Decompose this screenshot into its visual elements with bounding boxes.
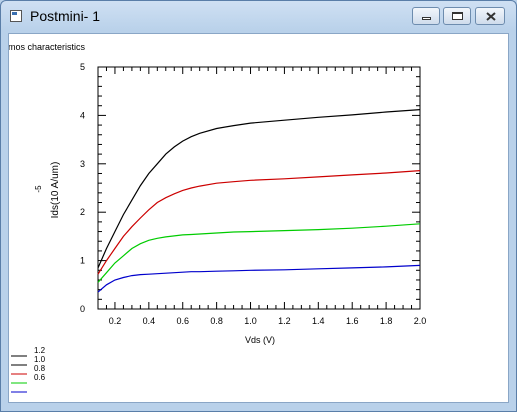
y-tick-label: 0 xyxy=(80,304,85,314)
app-window: Postmini- 1 nmos characteristics Vds (V)… xyxy=(0,0,517,412)
app-window-icon xyxy=(10,10,22,22)
y-tick-label: 2 xyxy=(80,207,85,217)
x-tick-label: 0.6 xyxy=(176,316,189,326)
window-title: Postmini- 1 xyxy=(30,8,101,24)
maximize-button[interactable] xyxy=(443,7,471,25)
chart-title: nmos characteristics xyxy=(9,42,86,52)
minimize-icon xyxy=(422,17,431,20)
close-icon xyxy=(486,12,496,21)
series-line-4 xyxy=(97,264,421,293)
title-bar[interactable]: Postmini- 1 xyxy=(1,1,516,33)
x-tick-label: 1.4 xyxy=(312,316,325,326)
x-tick-label: 1.6 xyxy=(346,316,359,326)
y-tick-label: 5 xyxy=(80,62,85,72)
y-tick-label: 1 xyxy=(80,256,85,266)
series-line-2 xyxy=(97,170,421,275)
legend: 1.21.00.80.6 xyxy=(11,346,46,393)
x-tick-label: 1.0 xyxy=(244,316,257,326)
series-line-1 xyxy=(97,109,421,269)
series-line-3 xyxy=(97,223,421,283)
plot-frame xyxy=(97,66,421,310)
y-tick-label: 3 xyxy=(80,159,85,169)
x-axis-label: Vds (V) xyxy=(245,335,275,345)
chart: nmos characteristics Vds (V) Ids(10 A/um… xyxy=(9,42,427,393)
x-tick-label: 0.4 xyxy=(143,316,156,326)
y-tick-label: 4 xyxy=(80,110,85,120)
x-tick-label: 0.8 xyxy=(210,316,223,326)
x-tick-label: 1.2 xyxy=(278,316,291,326)
legend-label: 0.6 xyxy=(34,373,46,382)
maximize-icon xyxy=(452,12,463,20)
y-axis-exponent: -5 xyxy=(34,185,43,193)
x-tick-label: 0.2 xyxy=(109,316,122,326)
x-tick-label: 1.8 xyxy=(380,316,393,326)
x-tick-label: 2.0 xyxy=(414,316,427,326)
plot-area-panel: nmos characteristics Vds (V) Ids(10 A/um… xyxy=(8,33,509,403)
legend-label: 0.8 xyxy=(34,364,46,373)
y-axis-label: Ids(10 A/um) xyxy=(50,162,61,219)
legend-label: 1.2 xyxy=(34,346,46,355)
minimize-button[interactable] xyxy=(412,7,440,25)
close-button[interactable] xyxy=(475,7,505,25)
legend-label: 1.0 xyxy=(34,355,46,364)
